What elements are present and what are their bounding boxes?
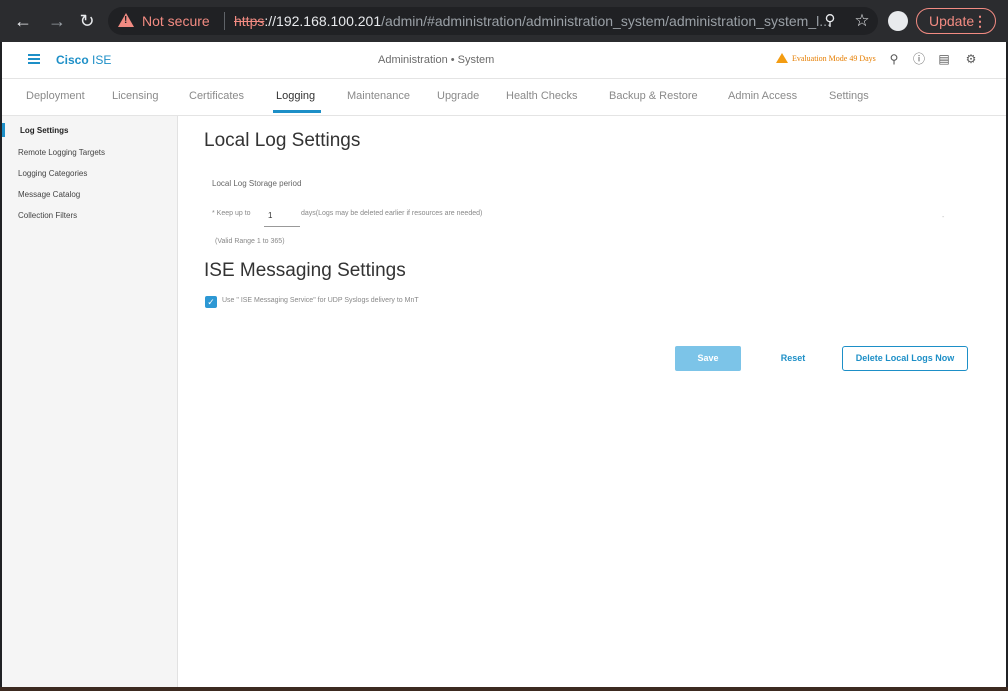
gear-icon[interactable]: ⚙ (963, 51, 979, 67)
brand-rest: ISE (88, 53, 112, 67)
storage-period-label: Local Log Storage period (212, 179, 302, 188)
valid-range-hint: (Valid Range 1 to 365) (215, 238, 285, 245)
reset-button[interactable]: Reset (772, 346, 814, 371)
hamburger-menu-icon[interactable] (28, 54, 40, 64)
evaluation-warning-icon (776, 53, 788, 63)
help-icon[interactable]: ⓘ (911, 51, 927, 67)
tab-admin-access[interactable]: Admin Access (728, 90, 797, 102)
tab-logging[interactable]: Logging (276, 90, 315, 102)
tab-licensing[interactable]: Licensing (112, 90, 158, 102)
tab-health-checks[interactable]: Health Checks (506, 90, 578, 102)
sidebar-item-remote-logging-targets[interactable]: Remote Logging Targets (18, 148, 105, 157)
tab-bar: Deployment Licensing Certificates Loggin… (2, 79, 1006, 116)
update-button[interactable]: Update ⋮ (916, 8, 996, 34)
sidebar-item-collection-filters[interactable]: Collection Filters (18, 211, 77, 220)
reload-icon[interactable]: ↻ (76, 10, 98, 32)
ise-messaging-settings-title: ISE Messaging Settings (204, 260, 406, 281)
warning-icon (118, 13, 134, 27)
url-separator (224, 12, 225, 30)
dashboard-icon[interactable]: ▤ (936, 51, 952, 67)
browser-toolbar: ← → ↻ Not secure https://192.168.100.201… (0, 0, 1008, 42)
messaging-service-checkbox[interactable]: ✓ (205, 296, 217, 308)
bookmark-star-icon[interactable]: ☆ (852, 11, 872, 31)
sidebar-item-log-settings[interactable]: Log Settings (20, 126, 68, 135)
local-log-settings-title: Local Log Settings (204, 130, 361, 151)
tab-backup-restore[interactable]: Backup & Restore (609, 90, 698, 102)
faint-mark: - (942, 214, 945, 221)
menu-dots-icon: ⋮ (973, 13, 987, 29)
tab-upgrade[interactable]: Upgrade (437, 90, 479, 102)
evaluation-badge[interactable]: Evaluation Mode 49 Days (792, 54, 876, 63)
messaging-service-label[interactable]: Use " ISE Messaging Service" for UDP Sys… (222, 297, 419, 304)
forward-arrow-icon[interactable]: → (46, 10, 68, 32)
url-path: /admin/#administration/administration_sy… (381, 13, 831, 29)
days-input[interactable] (264, 205, 300, 227)
zoom-icon[interactable]: ⚲ (820, 11, 840, 31)
url-protocol: https (234, 13, 265, 29)
sidebar: Log Settings Remote Logging Targets Logg… (2, 116, 178, 687)
keep-up-to-label: * Keep up to (212, 210, 251, 217)
back-arrow-icon[interactable]: ← (12, 10, 34, 32)
delete-local-logs-button[interactable]: Delete Local Logs Now (842, 346, 968, 371)
brand-logo[interactable]: Cisco ISE (56, 53, 111, 67)
ise-app: Cisco ISE Administration • System Evalua… (2, 42, 1006, 687)
not-secure-label[interactable]: Not secure (142, 13, 210, 29)
tab-deployment[interactable]: Deployment (26, 90, 85, 102)
tab-maintenance[interactable]: Maintenance (347, 90, 410, 102)
tab-settings[interactable]: Settings (829, 90, 869, 102)
sidebar-item-message-catalog[interactable]: Message Catalog (18, 190, 80, 199)
url-host: ://192.168.100.201 (264, 13, 382, 29)
save-button[interactable]: Save (675, 346, 741, 371)
tab-certificates[interactable]: Certificates (189, 90, 244, 102)
app-header: Cisco ISE Administration • System Evalua… (2, 42, 1006, 79)
days-note: days(Logs may be deleted earlier if reso… (301, 210, 483, 217)
update-label: Update (929, 13, 975, 29)
active-item-marker (2, 123, 5, 137)
sidebar-item-logging-categories[interactable]: Logging Categories (18, 169, 87, 178)
url-text[interactable]: https://192.168.100.201/admin/#administr… (234, 13, 844, 29)
search-icon[interactable]: ⚲ (886, 51, 902, 67)
taskbar-strip (0, 687, 1008, 691)
brand-bold: Cisco (56, 53, 89, 67)
active-tab-indicator (273, 110, 321, 113)
profile-avatar[interactable] (888, 11, 908, 31)
page-context: Administration • System (378, 54, 495, 66)
address-bar[interactable]: Not secure https://192.168.100.201/admin… (108, 7, 878, 35)
